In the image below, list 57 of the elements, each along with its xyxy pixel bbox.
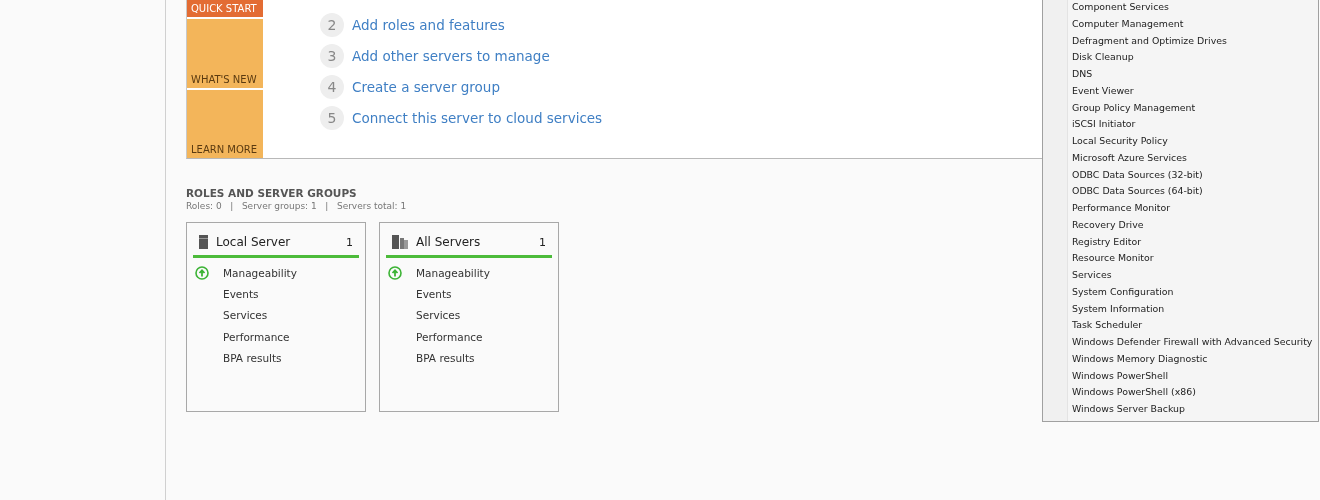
menu-item[interactable]: Defragment and Optimize Drives <box>1043 32 1318 50</box>
menu-item[interactable]: Windows Defender Firewall with Advanced Security <box>1043 334 1318 351</box>
menu-item[interactable]: Windows Memory Diagnostic <box>1043 350 1318 368</box>
menu-item[interactable]: iSCSI Initiator <box>1043 116 1318 133</box>
section-title: ROLES AND SERVER GROUPS <box>186 187 357 199</box>
welcome-tile[interactable]: WHAT'S NEW <box>187 19 263 88</box>
tile-item[interactable]: Services <box>416 309 461 322</box>
step-number: 4 <box>320 75 344 99</box>
tile-item[interactable]: Events <box>223 288 259 301</box>
tile-item[interactable]: BPA results <box>416 352 475 365</box>
step-link[interactable]: Connect this server to cloud services <box>352 110 603 126</box>
menu-item[interactable]: Event Viewer <box>1043 82 1318 100</box>
tile-item[interactable]: Events <box>416 288 452 301</box>
tile-count: 1 <box>346 235 353 249</box>
menu-item[interactable]: System Information <box>1043 300 1318 318</box>
menu-item[interactable]: Recovery Drive <box>1043 216 1318 234</box>
menu-item[interactable]: Windows Server Backup <box>1043 401 1318 418</box>
summary-text: Roles: 0 | Server groups: 1 | Servers total: 1 <box>186 201 407 211</box>
menu-item[interactable]: Performance Monitor <box>1043 200 1318 217</box>
servers-icon <box>392 235 408 249</box>
tile-title: All Servers <box>416 235 482 249</box>
tile-item[interactable]: Performance <box>223 330 290 343</box>
menu-item[interactable]: Microsoft Azure Services <box>1043 149 1318 167</box>
menu-item[interactable]: Services <box>1043 267 1318 284</box>
step-number: 3 <box>320 44 344 68</box>
tile-item[interactable]: BPA results <box>223 352 282 365</box>
step-number: 2 <box>320 13 344 37</box>
menu-item[interactable]: ODBC Data Sources (64-bit) <box>1043 183 1318 200</box>
menu-item[interactable]: ODBC Data Sources (32-bit) <box>1043 166 1318 184</box>
menu-item[interactable]: Windows PowerShell <box>1043 367 1318 385</box>
menu-item[interactable]: Computer Management <box>1043 15 1318 33</box>
menu-item[interactable]: System Configuration <box>1043 283 1318 301</box>
tile-item[interactable]: Performance <box>416 330 483 343</box>
menu-item[interactable]: Disk Cleanup <box>1043 49 1318 66</box>
step-link[interactable]: Add other servers to manage <box>352 48 550 64</box>
server-icon <box>199 235 208 249</box>
tile-title: Local Server <box>216 235 292 249</box>
tile-item[interactable]: Services <box>223 309 268 322</box>
status-ok-icon <box>388 265 402 280</box>
tile-count: 1 <box>539 235 546 249</box>
server-tile[interactable]: Local Server 1 Manageability Events Services Performance BPA results <box>186 222 366 412</box>
tile-item[interactable]: Manageability <box>223 266 297 279</box>
menu-item[interactable]: Registry Editor <box>1043 233 1318 251</box>
menu-item[interactable]: Component Services <box>1043 0 1318 16</box>
menu-item[interactable]: Task Scheduler <box>1043 317 1318 334</box>
status-ok-icon <box>195 265 209 280</box>
menu-item[interactable]: Local Security Policy <box>1043 133 1318 150</box>
step-link[interactable]: Create a server group <box>352 79 500 95</box>
step-link[interactable]: Add roles and features <box>352 17 505 33</box>
welcome-tile[interactable]: LEARN MORE <box>187 89 263 158</box>
server-tile[interactable]: All Servers 1 Manageability Events Services Performance BPA results <box>379 222 559 412</box>
menu-item[interactable]: DNS <box>1043 66 1318 83</box>
menu-item[interactable]: Windows PowerShell (x86) <box>1043 384 1318 401</box>
menu-item[interactable]: Resource Monitor <box>1043 250 1318 267</box>
step-number: 5 <box>320 106 344 130</box>
menu-item[interactable]: Group Policy Management <box>1043 99 1318 117</box>
tile-item[interactable]: Manageability <box>416 266 490 279</box>
